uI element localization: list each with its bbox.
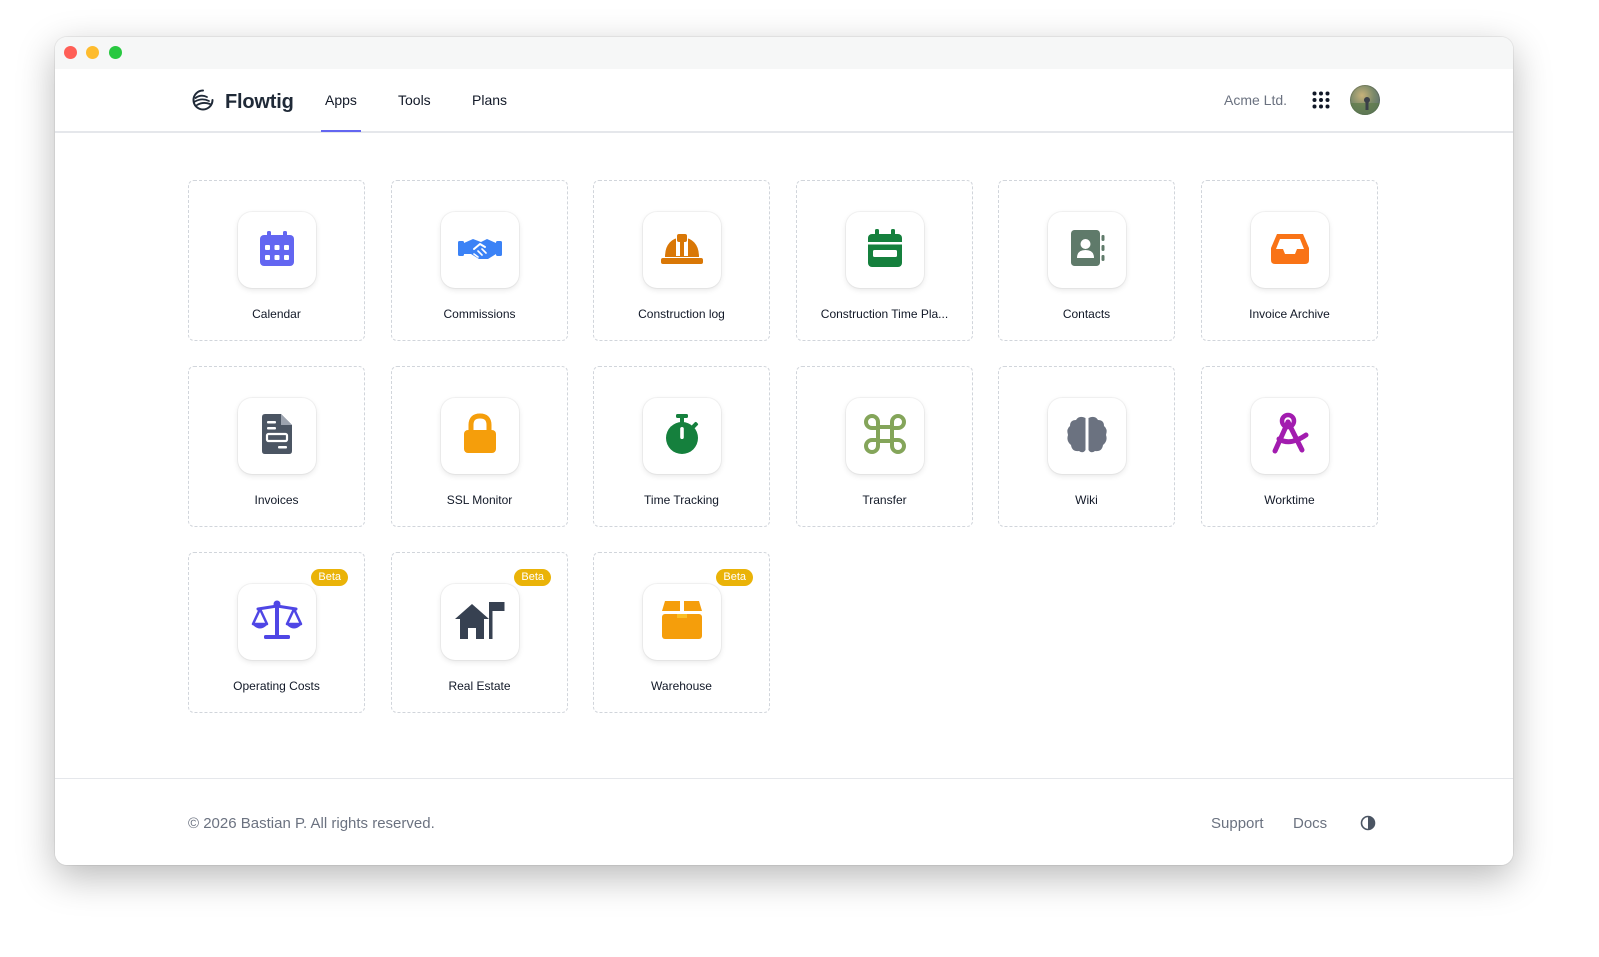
app-label: Operating Costs xyxy=(233,679,320,693)
app-card-wiki[interactable]: Wiki xyxy=(998,366,1175,527)
lock-icon xyxy=(462,412,498,460)
stopwatch-icon xyxy=(663,413,701,460)
app-label: Construction log xyxy=(638,307,725,321)
compass-drafting-icon xyxy=(1268,412,1312,461)
tab-plans[interactable]: Plans xyxy=(472,92,507,108)
invoice-document-icon xyxy=(259,413,295,460)
app-label: Contacts xyxy=(1062,307,1111,321)
user-avatar[interactable] xyxy=(1350,85,1380,115)
scale-balanced-icon xyxy=(250,599,304,646)
tab-tools[interactable]: Tools xyxy=(398,92,431,108)
app-card-commissions[interactable]: Commissions xyxy=(391,180,568,341)
close-window-button[interactable] xyxy=(64,46,77,59)
app-card-invoices[interactable]: Invoices xyxy=(188,366,365,527)
app-label: Construction Time Pla... xyxy=(820,307,949,321)
app-label: Calendar xyxy=(252,307,301,321)
page-footer: © 2026 Bastian P. All rights reserved. S… xyxy=(55,778,1513,865)
handshake-icon xyxy=(457,228,503,273)
brand-link[interactable]: Flowtig xyxy=(191,88,294,117)
beta-badge: Beta xyxy=(716,569,753,586)
app-icon-tile xyxy=(643,398,721,474)
house-flag-icon xyxy=(453,599,507,646)
app-icon-tile xyxy=(643,584,721,660)
app-icon-tile xyxy=(441,398,519,474)
app-card-contacts[interactable]: Contacts xyxy=(998,180,1175,341)
brain-icon xyxy=(1065,414,1109,459)
docs-link[interactable]: Docs xyxy=(1293,815,1327,832)
maximize-window-button[interactable] xyxy=(109,46,122,59)
top-navbar: Flowtig Apps Tools Plans Acme Ltd. xyxy=(55,69,1513,133)
app-card-time-tracking[interactable]: Time Tracking xyxy=(593,366,770,527)
app-card-real-estate[interactable]: Beta Real Estate xyxy=(391,552,568,713)
app-card-invoice-archive[interactable]: Invoice Archive xyxy=(1201,180,1378,341)
minimize-window-button[interactable] xyxy=(86,46,99,59)
app-label: Wiki xyxy=(1075,493,1098,507)
app-card-ssl-monitor[interactable]: SSL Monitor xyxy=(391,366,568,527)
box-icon xyxy=(660,599,704,646)
app-icon-tile xyxy=(1251,398,1329,474)
inbox-tray-icon xyxy=(1269,230,1311,271)
app-label: Time Tracking xyxy=(644,493,719,507)
app-card-calendar[interactable]: Calendar xyxy=(188,180,365,341)
app-icon-tile xyxy=(846,398,924,474)
app-label: Invoices xyxy=(254,493,299,507)
app-icon-tile xyxy=(846,212,924,288)
beta-badge: Beta xyxy=(311,569,348,586)
app-label: Commissions xyxy=(443,307,516,321)
app-icon-tile xyxy=(238,212,316,288)
support-link[interactable]: Support xyxy=(1211,815,1264,832)
app-icon-tile xyxy=(238,584,316,660)
copyright-text: © 2026 Bastian P. All rights reserved. xyxy=(188,815,435,832)
tab-apps[interactable]: Apps xyxy=(321,92,361,132)
flowtig-logo-icon xyxy=(191,88,215,117)
app-label: Warehouse xyxy=(651,679,712,693)
organization-name[interactable]: Acme Ltd. xyxy=(1224,92,1287,108)
app-icon-tile xyxy=(1048,212,1126,288)
calendar-icon xyxy=(257,228,297,273)
app-card-construction-time-plan[interactable]: Construction Time Pla... xyxy=(796,180,973,341)
brand-name: Flowtig xyxy=(225,91,294,113)
beta-badge: Beta xyxy=(514,569,551,586)
app-icon-tile xyxy=(643,212,721,288)
app-label: Worktime xyxy=(1264,493,1315,507)
calendar-range-icon xyxy=(865,227,905,274)
app-label: SSL Monitor xyxy=(446,493,513,507)
app-icon-tile xyxy=(238,398,316,474)
command-key-icon xyxy=(863,412,907,461)
app-icon-tile xyxy=(1251,212,1329,288)
app-label: Transfer xyxy=(862,493,907,507)
app-label: Invoice Archive xyxy=(1249,307,1330,321)
hard-hat-icon xyxy=(658,228,706,273)
app-card-worktime[interactable]: Worktime xyxy=(1201,366,1378,527)
app-card-construction-log[interactable]: Construction log xyxy=(593,180,770,341)
theme-toggle-icon[interactable] xyxy=(1360,815,1376,831)
app-icon-tile xyxy=(441,212,519,288)
app-label: Real Estate xyxy=(448,679,511,693)
apps-grid-icon[interactable] xyxy=(1312,91,1330,109)
app-card-transfer[interactable]: Transfer xyxy=(796,366,973,527)
app-icon-tile xyxy=(1048,398,1126,474)
window-titlebar xyxy=(55,37,1513,69)
app-card-warehouse[interactable]: Beta Warehouse xyxy=(593,552,770,713)
browser-window: Flowtig Apps Tools Plans Acme Ltd. Calen… xyxy=(55,37,1513,865)
app-card-operating-costs[interactable]: Beta Operating Costs xyxy=(188,552,365,713)
address-book-icon xyxy=(1067,228,1107,273)
app-icon-tile xyxy=(441,584,519,660)
